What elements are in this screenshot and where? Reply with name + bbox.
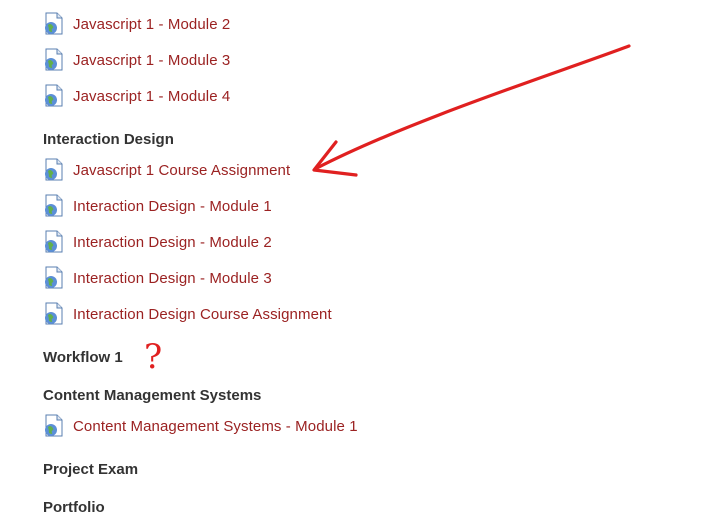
resource-link[interactable]: Interaction Design Course Assignment [73, 306, 332, 323]
globe-document-icon [43, 266, 65, 290]
globe-document-icon [43, 194, 65, 218]
red-question-mark: ? [144, 337, 162, 377]
resource-link[interactable]: Content Management Systems - Module 1 [73, 418, 358, 435]
globe-document-icon [43, 84, 65, 108]
resource-link[interactable]: Interaction Design - Module 1 [73, 198, 272, 215]
red-arrow-shaft [315, 44, 631, 170]
red-arrow-head [312, 140, 358, 177]
list-item[interactable]: Javascript 1 - Module 2 [43, 11, 230, 37]
globe-document-icon [43, 230, 65, 254]
resource-link[interactable]: Interaction Design - Module 3 [73, 270, 272, 287]
list-item[interactable]: Interaction Design - Module 3 [43, 265, 272, 291]
list-item[interactable]: Interaction Design Course Assignment [43, 301, 332, 327]
section-heading-interaction-design: Interaction Design [43, 130, 174, 148]
resource-link[interactable]: Javascript 1 Course Assignment [73, 162, 290, 179]
list-item[interactable]: Interaction Design - Module 2 [43, 229, 272, 255]
list-item[interactable]: Content Management Systems - Module 1 [43, 413, 358, 439]
globe-document-icon [43, 302, 65, 326]
resource-link[interactable]: Javascript 1 - Module 2 [73, 16, 230, 33]
globe-document-icon [43, 12, 65, 36]
section-heading-project-exam: Project Exam [43, 460, 139, 478]
resource-link[interactable]: Javascript 1 - Module 4 [73, 88, 230, 105]
section-heading-cms: Content Management Systems [43, 386, 262, 404]
section-heading-portfolio: Portfolio [43, 498, 105, 516]
globe-document-icon [43, 48, 65, 72]
list-item[interactable]: Javascript 1 - Module 3 [43, 47, 230, 73]
globe-document-icon [43, 158, 65, 182]
section-heading-workflow: Workflow 1 [43, 348, 123, 366]
resource-link[interactable]: Interaction Design - Module 2 [73, 234, 272, 251]
list-item[interactable]: Interaction Design - Module 1 [43, 193, 272, 219]
resource-link[interactable]: Javascript 1 - Module 3 [73, 52, 230, 69]
globe-document-icon [43, 414, 65, 438]
list-item[interactable]: Javascript 1 - Module 4 [43, 83, 230, 109]
list-item[interactable]: Javascript 1 Course Assignment [43, 157, 290, 183]
